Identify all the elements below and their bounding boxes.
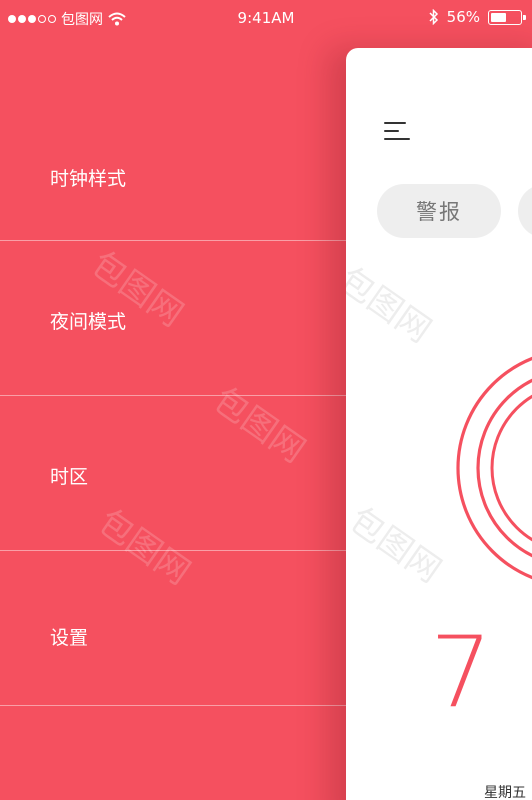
menu-item-label: 时钟样式 <box>50 168 127 190</box>
bluetooth-icon <box>429 9 438 25</box>
app-screen: 包图网 9:41AM 56% 包图网 包图网 包图网 时钟样式 夜间模式 时区 … <box>0 0 532 800</box>
battery-percent: 56% <box>446 8 480 26</box>
menu-item-timezone[interactable]: 时区 <box>0 396 352 551</box>
menu-item-label: 时区 <box>50 466 89 488</box>
side-menu: 时钟样式 夜间模式 时区 设置 <box>0 86 352 706</box>
main-screen-card[interactable]: 包图网 包图网 警报 7 : 星期五 <box>346 48 532 800</box>
status-bar: 包图网 9:41AM 56% <box>0 0 532 36</box>
menu-item-label: 设置 <box>50 627 89 649</box>
weekday-label: 星期五 <box>484 785 526 800</box>
menu-item-label: 夜间模式 <box>50 311 127 333</box>
menu-item-clock-style[interactable]: 时钟样式 <box>0 86 352 241</box>
battery-icon <box>488 9 526 25</box>
menu-item-night-mode[interactable]: 夜间模式 <box>0 241 352 396</box>
status-right: 56% <box>429 8 526 26</box>
current-time: 7 : <box>430 616 532 730</box>
menu-item-settings[interactable]: 设置 <box>0 551 352 706</box>
